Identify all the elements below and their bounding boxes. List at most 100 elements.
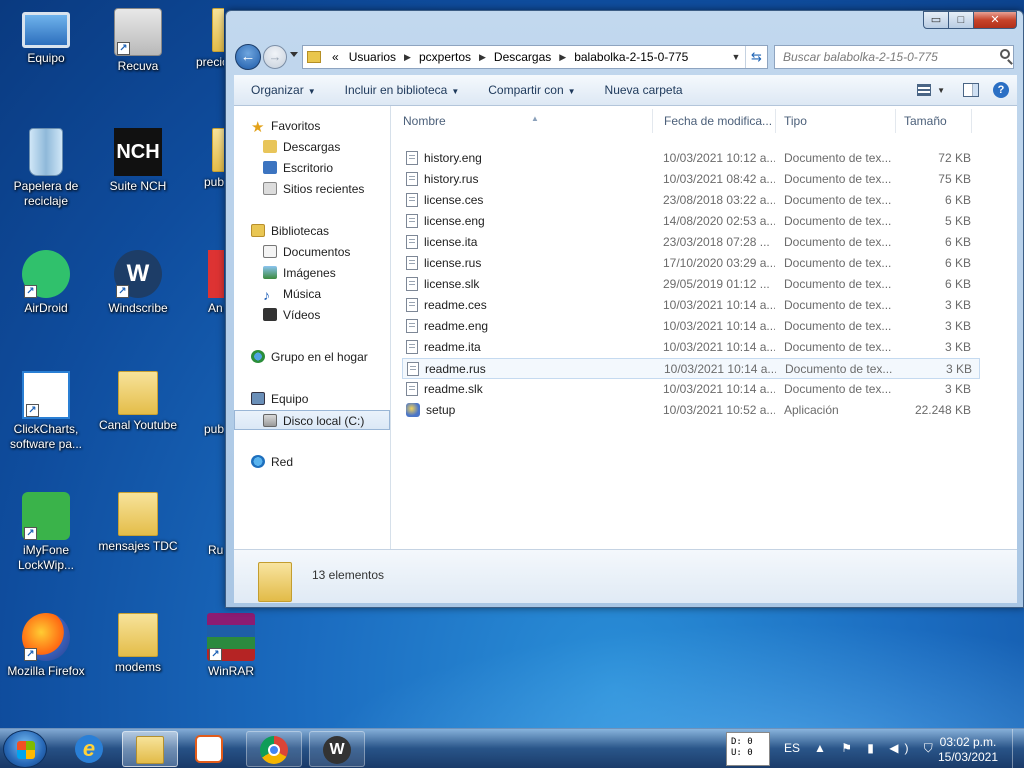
file-type: Documento de tex... — [785, 362, 893, 376]
column-headers: Nombre ▲ Fecha de modifica... Tipo Tamaño — [392, 109, 992, 133]
file-row-license-eng[interactable]: license.eng 14/08/2020 02:53 a... Docume… — [402, 211, 980, 232]
taskbar-media-player[interactable] — [182, 731, 238, 767]
start-button[interactable] — [3, 730, 47, 768]
drive-activity-widget[interactable]: D: 0 U: 0 — [726, 732, 770, 766]
breadcrumb-usuarios[interactable]: Usuarios — [344, 50, 401, 64]
nav-equipo[interactable]: Equipo — [234, 389, 390, 409]
taskbar-ie[interactable]: e — [62, 731, 118, 767]
file-name: history.rus — [424, 172, 479, 186]
nav-label: Escritorio — [283, 161, 334, 175]
desktop-icon-precio[interactable]: precio — [180, 8, 224, 70]
nav-escritorio[interactable]: Escritorio — [234, 158, 390, 178]
desktop-icon-papelera[interactable]: Papelera de reciclaje — [0, 128, 92, 209]
nav-disco-local[interactable]: Disco local (C:) — [234, 410, 390, 430]
taskbar-windscribe[interactable]: W — [309, 731, 365, 767]
clock[interactable]: 03:02 p.m. 15/03/2021 — [930, 735, 1006, 765]
search-input[interactable]: Buscar balabolka-2-15-0-775 — [774, 45, 1014, 69]
include-library-menu[interactable]: Incluir en biblioteca ▼ — [328, 83, 472, 97]
back-button[interactable]: ← — [235, 44, 261, 70]
refresh-icon[interactable]: ⇆ — [745, 46, 767, 68]
file-row-license-slk[interactable]: license.slk 29/05/2019 01:12 ... Documen… — [402, 274, 980, 295]
organize-menu[interactable]: Organizar ▼ — [234, 83, 328, 97]
nav-imagenes[interactable]: Imágenes — [234, 263, 390, 283]
desktop-icon-recuva[interactable]: ↗ Recuva — [92, 8, 184, 74]
nav-sitios-recientes[interactable]: Sitios recientes — [234, 179, 390, 199]
title-bar[interactable]: ▭ □ ✕ — [226, 11, 1023, 41]
taskbar-explorer[interactable] — [122, 731, 178, 767]
file-size: 72 KB — [938, 151, 971, 165]
file-row-readme-slk[interactable]: readme.slk 10/03/2021 10:14 a... Documen… — [402, 379, 980, 400]
file-row-readme-ita[interactable]: readme.ita 10/03/2021 10:14 a... Documen… — [402, 337, 980, 358]
file-row-history-rus[interactable]: history.rus 10/03/2021 08:42 a... Docume… — [402, 169, 980, 190]
new-folder-button[interactable]: Nueva carpeta — [588, 83, 695, 97]
desktop-icon-winrar[interactable]: ↗ WinRAR — [185, 613, 277, 679]
nav-videos[interactable]: Vídeos — [234, 305, 390, 325]
nav-descargas[interactable]: Descargas — [234, 137, 390, 157]
nav-label: Bibliotecas — [271, 224, 330, 238]
minimize-button[interactable]: ▭ — [923, 11, 949, 29]
breadcrumb-overflow[interactable]: « — [327, 50, 344, 64]
desktop-icon-equipo[interactable]: Equipo — [0, 8, 92, 66]
breadcrumb-separator-icon[interactable]: ▶ — [401, 52, 414, 63]
chevron-down-icon[interactable]: ▼ — [727, 52, 745, 62]
file-row-setup[interactable]: setup 10/03/2021 10:52 a... Aplicación 2… — [402, 400, 980, 421]
desktop-icon-airdroid[interactable]: ↗ AirDroid — [0, 250, 92, 316]
file-row-readme-rus[interactable]: readme.rus 10/03/2021 10:14 a... Documen… — [402, 358, 980, 379]
column-header-type[interactable]: Tipo — [776, 109, 896, 133]
file-row-license-ces[interactable]: license.ces 23/08/2018 03:22 a... Docume… — [402, 190, 980, 211]
setup-app-icon — [406, 403, 420, 417]
desktop-icon-clickcharts[interactable]: ↗ ClickCharts, software pa... — [0, 371, 92, 452]
breadcrumb-separator-icon[interactable]: ▶ — [556, 52, 569, 63]
nav-red[interactable]: Red — [234, 452, 390, 472]
view-options-icon[interactable] — [917, 84, 932, 96]
address-bar[interactable]: « Usuarios ▶ pcxpertos ▶ Descargas ▶ bal… — [302, 45, 768, 69]
column-header-size[interactable]: Tamaño — [896, 109, 972, 133]
nav-label: Imágenes — [283, 266, 336, 280]
nav-bibliotecas[interactable]: Bibliotecas — [234, 221, 390, 241]
desktop-icon-suite-nch[interactable]: NCH Suite NCH — [92, 128, 184, 194]
file-row-license-rus[interactable]: license.rus 17/10/2020 03:29 a... Docume… — [402, 253, 980, 274]
show-desktop-button[interactable] — [1012, 729, 1024, 768]
view-controls: ▼ ? — [911, 82, 1017, 98]
recent-pages-dropdown[interactable] — [290, 52, 298, 57]
breadcrumb-pcxpertos[interactable]: pcxpertos — [414, 50, 476, 64]
nav-grupo-hogar[interactable]: Grupo en el hogar — [234, 347, 390, 367]
desktop-icon-windscribe[interactable]: W ↗ Windscribe — [92, 250, 184, 316]
taskbar-chrome[interactable] — [246, 731, 302, 767]
chevron-down-icon[interactable]: ▼ — [937, 86, 945, 95]
desktop-icon-pub-2[interactable]: pub — [180, 371, 224, 437]
folder-icon — [212, 8, 224, 52]
firefox-icon: ↗ — [22, 613, 70, 661]
help-icon[interactable]: ? — [993, 82, 1009, 98]
breadcrumb-descargas[interactable]: Descargas — [489, 50, 556, 64]
desktop-icon-pub[interactable]: pub — [180, 128, 224, 190]
preview-pane-icon[interactable] — [963, 83, 979, 97]
file-row-readme-eng[interactable]: readme.eng 10/03/2021 10:14 a... Documen… — [402, 316, 980, 337]
desktop-icon-ru[interactable]: Ru — [180, 492, 224, 558]
file-row-license-ita[interactable]: license.ita 23/03/2018 07:28 ... Documen… — [402, 232, 980, 253]
language-indicator[interactable]: ES — [784, 741, 800, 755]
maximize-button[interactable]: □ — [948, 11, 974, 29]
desktop-icon-modems[interactable]: modems — [92, 613, 184, 675]
file-row-readme-ces[interactable]: readme.ces 10/03/2021 10:14 a... Documen… — [402, 295, 980, 316]
desktop-icon-canal-youtube[interactable]: Canal Youtube — [92, 371, 184, 433]
close-button[interactable]: ✕ — [973, 11, 1017, 29]
share-menu[interactable]: Compartir con ▼ — [471, 83, 587, 97]
desktop-icon-an[interactable]: An — [180, 250, 224, 316]
desktop-icon-mensajes-tdc[interactable]: mensajes TDC — [92, 492, 184, 554]
nav-musica[interactable]: ♪ Música — [234, 284, 390, 304]
column-header-date[interactable]: Fecha de modifica... — [656, 109, 776, 133]
nav-favoritos[interactable]: ★ Favoritos — [234, 116, 390, 136]
file-row-history-eng[interactable]: history.eng 10/03/2021 10:12 a... Docume… — [402, 148, 980, 169]
desktop-icon-firefox[interactable]: ↗ Mozilla Firefox — [0, 613, 92, 679]
column-header-name[interactable]: Nombre ▲ — [395, 109, 653, 133]
nav-documentos[interactable]: Documentos — [234, 242, 390, 262]
breadcrumb-balabolka[interactable]: balabolka-2-15-0-775 — [569, 50, 693, 64]
breadcrumb-separator-icon[interactable]: ▶ — [476, 52, 489, 63]
desktop-icon-label: precio — [196, 55, 224, 69]
file-size: 3 KB — [944, 319, 971, 333]
desktop-icon-imyfone[interactable]: ↗ iMyFone LockWip... — [0, 492, 92, 573]
forward-button[interactable]: → — [263, 45, 287, 69]
search-icon-wrap[interactable] — [1000, 49, 1010, 59]
system-tray-icons[interactable]: ▲ ⚑ ▮ ◀) ⛉ — [814, 741, 939, 756]
